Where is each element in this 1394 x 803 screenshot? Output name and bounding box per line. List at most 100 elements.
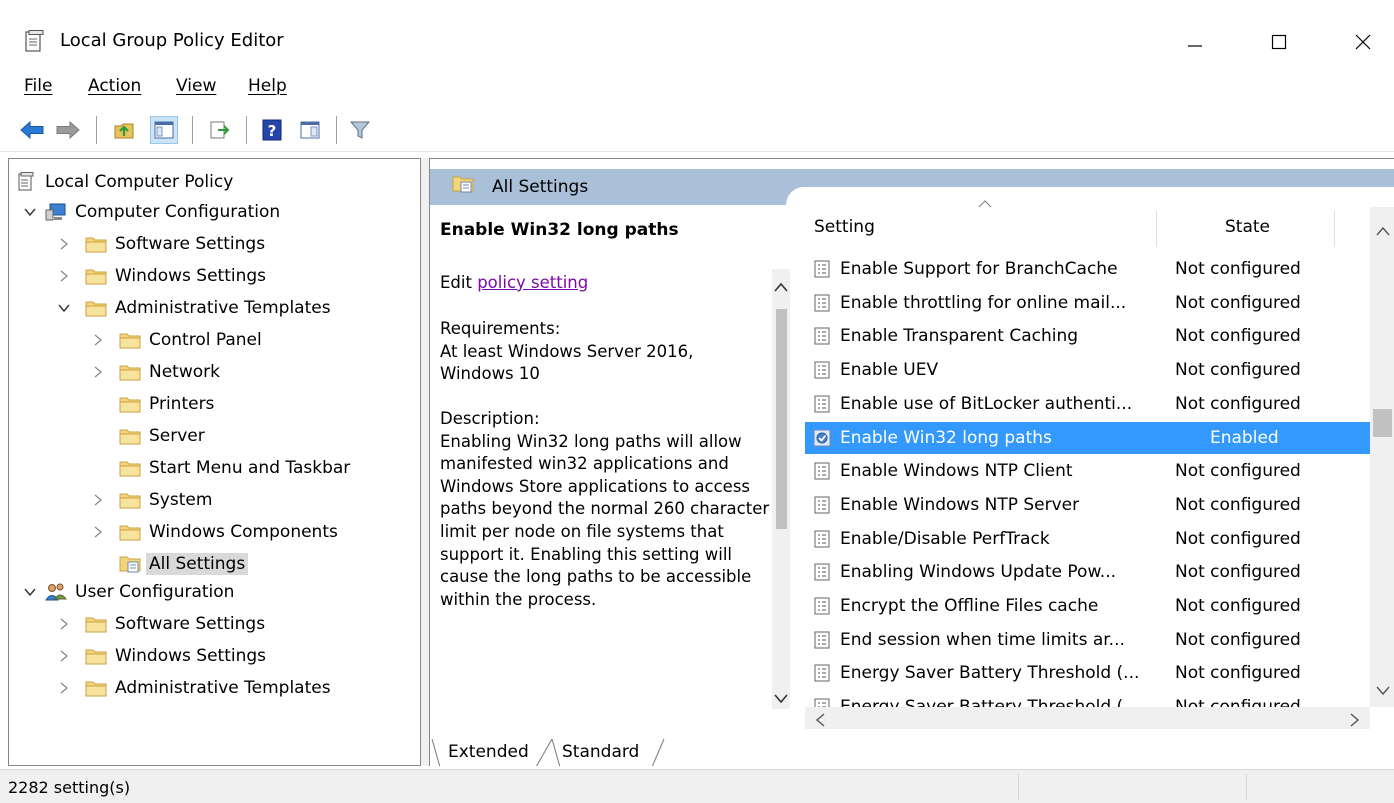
tree-item-start-menu-and-taskbar[interactable]: Start Menu and Taskbar <box>119 453 350 483</box>
help-icon[interactable]: ? <box>258 116 286 144</box>
chevron-right-icon[interactable] <box>91 365 105 379</box>
setting-name: Enable use of BitLocker authenti... <box>840 393 1133 414</box>
tree-item-windows-components[interactable]: Windows Components <box>91 517 338 547</box>
chevron-down-icon[interactable] <box>23 585 37 599</box>
setting-name: Enable Transparent Caching <box>840 326 1079 347</box>
folder-icon <box>85 614 107 634</box>
table-row[interactable]: End session when time limits ar... Not co… <box>805 624 1370 656</box>
chevron-right-icon[interactable] <box>91 525 105 539</box>
table-row[interactable]: Enable Windows NTP Client Not configured <box>805 455 1370 487</box>
list-vertical-scrollbar[interactable] <box>1370 207 1394 707</box>
toolbar-separator <box>246 116 247 144</box>
tree-item-label: Start Menu and Taskbar <box>149 458 351 478</box>
menu-help[interactable]: Help <box>248 76 287 96</box>
setting-state: Not configured <box>1175 393 1301 414</box>
table-row[interactable]: Energy Saver Battery Threshold (... Not c… <box>805 657 1370 689</box>
pane-splitter[interactable] <box>421 158 429 766</box>
chevron-right-icon[interactable] <box>91 333 105 347</box>
table-row[interactable]: Enable throttling for online mail... Not … <box>805 287 1370 319</box>
tree-item-label: All Settings <box>146 553 249 575</box>
folder-icon <box>119 426 141 446</box>
back-arrow-icon[interactable] <box>18 116 46 144</box>
setting-state: Not configured <box>1175 360 1301 381</box>
policy-setting-icon <box>811 359 833 381</box>
table-row[interactable]: Energy Saver Battery Threshold (... Not c… <box>805 691 1370 707</box>
table-row[interactable]: Enabling Windows Update Pow... Not config… <box>805 556 1370 588</box>
policy-enabled-icon <box>811 427 833 449</box>
tree-item-printers[interactable]: Printers <box>119 389 214 419</box>
details-pane: All Settings Enable Win32 long paths Edi… <box>429 158 1394 766</box>
folder-icon <box>85 678 107 698</box>
policy-setting-icon <box>811 595 833 617</box>
tree-item-server[interactable]: Server <box>119 421 205 451</box>
tree-item-network[interactable]: Network <box>91 357 220 387</box>
scroll-left-arrow-icon[interactable] <box>815 712 825 732</box>
tree-item-administrative-templates[interactable]: Administrative Templates <box>57 293 331 323</box>
settings-list: Enable Support for BranchCache Not config… <box>430 159 1394 707</box>
policy-setting-icon <box>811 393 833 415</box>
table-row[interactable]: Enable Transparent Caching Not configured <box>805 320 1370 352</box>
forward-arrow-icon[interactable] <box>54 116 82 144</box>
setting-name: Enable Windows NTP Server <box>840 494 1080 515</box>
export-list-icon[interactable] <box>206 116 234 144</box>
chevron-right-icon[interactable] <box>57 237 71 251</box>
tab-standard[interactable]: Standard <box>562 737 639 766</box>
table-row[interactable]: Enable Win32 long paths Enabled <box>805 421 1370 454</box>
tab-extended[interactable]: Extended <box>448 737 529 766</box>
tree-item-computer-configuration[interactable]: Computer Configuration <box>23 197 280 227</box>
toolbar-separator <box>96 116 97 144</box>
up-folder-icon[interactable] <box>110 116 138 144</box>
chevron-right-icon[interactable] <box>57 649 71 663</box>
folder-icon <box>119 522 141 542</box>
tree-item-label: Windows Settings <box>115 646 267 666</box>
chevron-right-icon[interactable] <box>57 617 71 631</box>
tree-item-label: Windows Settings <box>115 266 267 286</box>
scroll-right-arrow-icon[interactable] <box>1350 712 1360 732</box>
tree-item-windows-settings[interactable]: Windows Settings <box>57 261 266 291</box>
chevron-right-icon[interactable] <box>57 681 71 695</box>
maximize-button[interactable] <box>1256 20 1302 64</box>
tree-item-user-administrative-templates[interactable]: Administrative Templates <box>57 673 331 703</box>
chevron-down-icon[interactable] <box>57 301 71 315</box>
scroll-up-arrow-icon[interactable] <box>1376 221 1390 241</box>
menu-file[interactable]: File <box>24 76 52 96</box>
filter-icon[interactable] <box>346 116 374 144</box>
policy-setting-icon <box>811 528 833 550</box>
svg-text:?: ? <box>268 122 277 140</box>
table-row[interactable]: Enable/Disable PerfTrack Not configured <box>805 523 1370 555</box>
list-vertical-scrollbar-thumb[interactable] <box>1373 409 1392 437</box>
tree-item-user-software-settings[interactable]: Software Settings <box>57 609 265 639</box>
table-row[interactable]: Enable use of BitLocker authenti... Not c… <box>805 388 1370 420</box>
show-hide-console-tree-icon[interactable] <box>150 116 178 144</box>
setting-name: Enable Support for BranchCache <box>840 259 1118 279</box>
list-horizontal-scrollbar[interactable] <box>805 707 1370 729</box>
tree-item-label: Windows Components <box>149 522 338 542</box>
tree-item-user-windows-settings[interactable]: Windows Settings <box>57 641 266 671</box>
policy-setting-icon <box>811 696 833 707</box>
table-row[interactable]: Enable Support for BranchCache Not config… <box>805 253 1370 285</box>
setting-name: Energy Saver Battery Threshold (... <box>840 697 1139 707</box>
chevron-down-icon[interactable] <box>23 205 37 219</box>
properties-icon[interactable] <box>296 116 324 144</box>
table-row[interactable]: Enable Windows NTP Server Not configured <box>805 489 1370 521</box>
tree-item-user-configuration[interactable]: User Configuration <box>23 577 234 607</box>
folder-icon <box>119 490 141 510</box>
tree-item-control-panel[interactable]: Control Panel <box>91 325 262 355</box>
minimize-button[interactable] <box>1172 20 1218 64</box>
scroll-down-arrow-icon[interactable] <box>1376 681 1390 701</box>
tree-item-all-settings[interactable]: All Settings <box>119 549 249 579</box>
all-settings-folder-icon <box>119 554 141 574</box>
menu-view[interactable]: View <box>176 76 216 96</box>
tree-item-label: System <box>149 490 213 510</box>
tree-item-label: Computer Configuration <box>75 202 281 222</box>
chevron-right-icon[interactable] <box>57 269 71 283</box>
close-button[interactable] <box>1340 20 1386 64</box>
chevron-right-icon[interactable] <box>91 493 105 507</box>
tree-item-software-settings[interactable]: Software Settings <box>57 229 265 259</box>
tree-item-local-computer-policy[interactable]: Local Computer Policy <box>15 167 233 197</box>
table-row[interactable]: Encrypt the Offline Files cache Not confi… <box>805 590 1370 622</box>
menu-action[interactable]: Action <box>88 76 141 96</box>
console-tree[interactable]: Local Computer Policy Computer Configura… <box>8 158 421 766</box>
tree-item-system[interactable]: System <box>91 485 212 515</box>
table-row[interactable]: Enable UEV Not configured <box>805 354 1370 386</box>
